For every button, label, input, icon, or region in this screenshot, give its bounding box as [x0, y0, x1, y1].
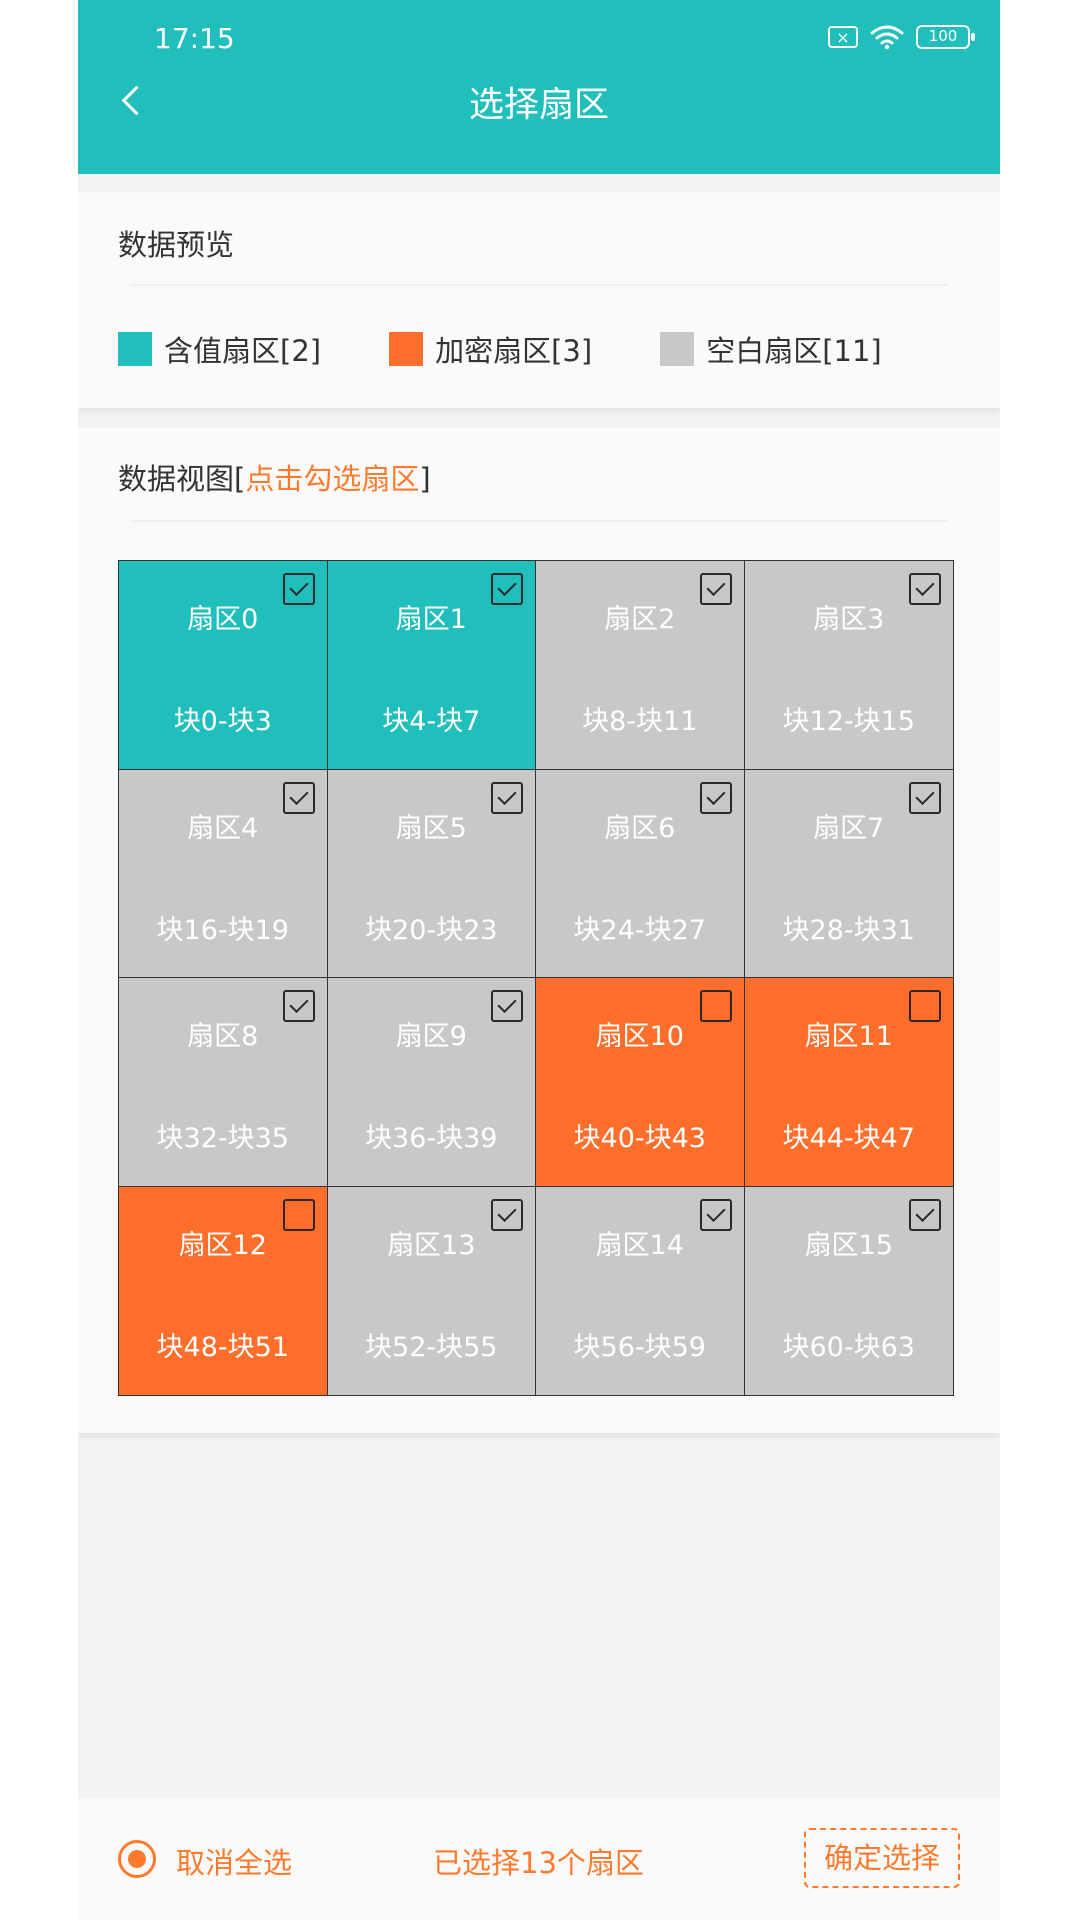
sector-cell[interactable]: 扇区3 块12-块15 — [744, 561, 953, 770]
sector-cell[interactable]: 扇区14 块56-块59 — [536, 1186, 745, 1395]
sector-grid: 扇区0 块0-块3 扇区1 块4-块7 扇区2 块8-块11 扇区3 块12-块15 扇区4 块1… — [118, 560, 954, 1396]
sector-checkbox[interactable] — [909, 573, 941, 605]
sector-checkbox[interactable] — [699, 1198, 732, 1231]
divider — [130, 284, 948, 286]
sector-checkbox[interactable] — [282, 1198, 315, 1231]
confirm-selection-button[interactable]: 确定选择 — [804, 1828, 960, 1888]
sector-cell[interactable]: 扇区5 块20-块23 — [327, 769, 536, 978]
block-range-label: 块0-块3 — [173, 706, 272, 737]
sector-cell[interactable]: 扇区8 块32-块35 — [119, 978, 328, 1187]
sector-cell[interactable]: 扇区2 块8-块11 — [536, 561, 745, 770]
sector-checkbox[interactable] — [282, 990, 315, 1022]
deselect-all-radio-icon[interactable] — [118, 1840, 156, 1878]
sector-cell[interactable]: 扇区11 块44-块47 — [744, 978, 953, 1187]
legend-swatch-blank — [660, 332, 695, 366]
selected-count: 已选择13个扇区 — [433, 1846, 644, 1880]
battery-icon: 100 — [916, 25, 975, 49]
sector-checkbox[interactable] — [491, 990, 523, 1022]
sector-checkbox[interactable] — [909, 781, 941, 814]
divider — [130, 520, 948, 522]
sector-cell[interactable]: 扇区7 块28-块31 — [744, 769, 953, 978]
view-title-hint: 点击勾选扇区 — [245, 462, 420, 496]
legend-swatch-encrypted — [389, 332, 424, 366]
legend-item-encrypted: 加密扇区[3] — [389, 328, 592, 370]
preview-title: 数据预览 — [118, 228, 235, 262]
legend: 含值扇区[2] 加密扇区[3] 空白扇区[11] — [118, 328, 882, 370]
legend-item-blank: 空白扇区[11] — [660, 328, 882, 370]
sector-checkbox[interactable] — [282, 573, 315, 605]
bottom-bar: 取消全选 已选择13个扇区 确定选择 — [78, 1798, 1000, 1920]
sector-checkbox[interactable] — [491, 781, 523, 814]
sector-cell[interactable]: 扇区0 块0-块3 — [119, 561, 328, 770]
legend-label: 加密扇区[3] — [435, 334, 593, 368]
block-range-label: 块52-块55 — [365, 1331, 498, 1363]
sector-cell[interactable]: 扇区15 块60-块63 — [744, 1186, 953, 1395]
block-range-label: 块60-块63 — [782, 1331, 915, 1363]
sector-cell[interactable]: 扇区9 块36-块39 — [327, 978, 536, 1187]
block-range-label: 块28-块31 — [782, 914, 915, 946]
sector-checkbox[interactable] — [491, 1198, 523, 1231]
view-title: 数据视图[点击勾选扇区] — [118, 456, 431, 498]
view-title-suffix: ] — [419, 462, 431, 496]
sector-cell[interactable]: 扇区6 块24-块27 — [536, 769, 745, 978]
legend-swatch-value — [118, 332, 152, 366]
sector-checkbox[interactable] — [282, 781, 315, 814]
block-range-label: 块40-块43 — [573, 1123, 706, 1154]
sector-checkbox[interactable] — [699, 781, 732, 814]
block-range-label: 块36-块39 — [365, 1123, 498, 1154]
app-bar: 17:15 × 100 选择扇区 — [78, 0, 1000, 174]
block-range-label: 块16-块19 — [156, 914, 289, 946]
block-range-label: 块12-块15 — [782, 706, 915, 737]
legend-label: 空白扇区[11] — [706, 334, 882, 368]
status-time: 17:15 — [154, 22, 235, 55]
block-range-label: 块48-块51 — [156, 1331, 289, 1363]
deselect-all-button[interactable]: 取消全选 — [176, 1840, 292, 1882]
page-title: 选择扇区 — [468, 85, 609, 126]
sector-checkbox[interactable] — [491, 573, 523, 605]
data-view-card: 数据视图[点击勾选扇区] 扇区0 块0-块3 扇区1 块4-块7 扇区2 块8-块11 扇区… — [78, 428, 1000, 1433]
sector-cell[interactable]: 扇区4 块16-块19 — [119, 769, 328, 978]
sector-cell[interactable]: 扇区10 块40-块43 — [536, 978, 745, 1187]
sector-checkbox[interactable] — [699, 573, 732, 605]
block-range-label: 块44-块47 — [782, 1123, 915, 1154]
wifi-icon — [870, 25, 904, 50]
phone-screen: 17:15 × 100 选择扇区 数据预览 含值扇区[2] 加密扇区[3] 空白… — [78, 0, 1000, 1920]
block-range-label: 块32-块35 — [156, 1123, 289, 1154]
sector-cell[interactable]: 扇区12 块48-块51 — [119, 1186, 328, 1395]
status-icons: × 100 — [828, 24, 975, 50]
block-range-label: 块8-块11 — [582, 706, 698, 737]
legend-label: 含值扇区[2] — [164, 334, 322, 368]
sim-icon: × — [828, 26, 858, 48]
sector-cell[interactable]: 扇区13 块52-块55 — [327, 1186, 536, 1395]
block-range-label: 块24-块27 — [573, 914, 706, 946]
sector-checkbox[interactable] — [909, 1198, 941, 1231]
legend-item-value: 含值扇区[2] — [118, 328, 321, 370]
sector-checkbox[interactable] — [699, 990, 732, 1022]
sector-cell[interactable]: 扇区1 块4-块7 — [327, 561, 536, 770]
block-range-label: 块20-块23 — [365, 914, 498, 946]
block-range-label: 块4-块7 — [382, 706, 481, 737]
data-preview-card: 数据预览 含值扇区[2] 加密扇区[3] 空白扇区[11] — [78, 192, 1000, 408]
block-range-label: 块56-块59 — [573, 1331, 706, 1363]
view-title-prefix: 数据视图[ — [118, 462, 246, 496]
sector-checkbox[interactable] — [909, 990, 941, 1022]
